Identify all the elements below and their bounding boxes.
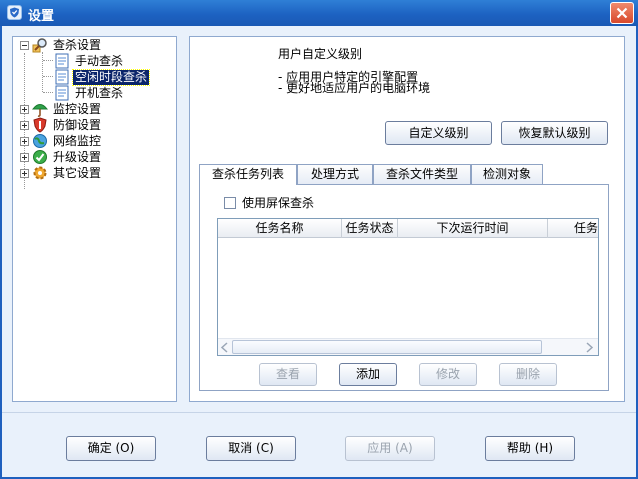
settings-content-panel: 用户自定义级别 - 应用用户特定的引擎配置 - 更好地适应用户的电脑环境 自定义… bbox=[189, 36, 625, 402]
tab-detection-targets[interactable]: 检测对象 bbox=[471, 164, 543, 184]
tree-item-idle-scan[interactable]: 空闲时段查杀 bbox=[54, 68, 151, 86]
tree-item-defense-settings[interactable]: 防御设置 bbox=[20, 117, 103, 133]
collapse-icon[interactable] bbox=[20, 40, 29, 50]
level-title: 用户自定义级别 bbox=[278, 47, 363, 61]
scrollbar-thumb[interactable] bbox=[232, 340, 542, 354]
app-shield-icon bbox=[7, 5, 22, 20]
column-header-next-run-time[interactable]: 下次运行时间 bbox=[398, 219, 548, 238]
settings-tree: 查杀设置 手动查杀 空闲时段查杀 开机查杀 监控设置 防御设置 网络监控 升级设… bbox=[12, 36, 177, 402]
apply-button[interactable]: 应用 (A) bbox=[345, 436, 435, 461]
expand-icon[interactable] bbox=[20, 120, 29, 130]
tab-pane-scan-task-list: 使用屏保查杀 任务名称 任务状态 下次运行时间 任务 查看 添加 修改 删除 bbox=[199, 184, 609, 391]
expand-icon[interactable] bbox=[20, 104, 29, 114]
tree-item-other-settings[interactable]: 其它设置 bbox=[20, 165, 103, 181]
tab-scan-task-list[interactable]: 查杀任务列表 bbox=[199, 164, 297, 185]
level-description-line: - 更好地适应用户的电脑环境 bbox=[278, 81, 431, 95]
column-header-task-status[interactable]: 任务状态 bbox=[342, 219, 398, 238]
tree-item-upgrade-settings[interactable]: 升级设置 bbox=[20, 149, 103, 165]
cancel-button[interactable]: 取消 (C) bbox=[206, 436, 296, 461]
magnifier-icon bbox=[32, 38, 47, 53]
tree-item-network-monitor[interactable]: 网络监控 bbox=[20, 133, 103, 149]
tree-item-manual-scan[interactable]: 手动查杀 bbox=[54, 53, 125, 69]
document-icon bbox=[55, 53, 69, 69]
use-screensaver-scan-checkbox[interactable] bbox=[224, 196, 236, 209]
expand-icon[interactable] bbox=[20, 168, 29, 178]
tree-item-monitor-settings[interactable]: 监控设置 bbox=[20, 101, 103, 117]
restore-default-level-button[interactable]: 恢复默认级别 bbox=[501, 121, 608, 145]
scroll-right-icon[interactable] bbox=[584, 342, 594, 353]
scroll-left-icon[interactable] bbox=[220, 342, 230, 353]
footer-divider bbox=[2, 412, 636, 413]
gear-icon bbox=[33, 166, 47, 180]
network-globe-icon bbox=[33, 134, 47, 148]
column-header-task[interactable]: 任务 bbox=[548, 219, 598, 238]
column-header-task-name[interactable]: 任务名称 bbox=[218, 219, 342, 238]
scan-task-list[interactable]: 任务名称 任务状态 下次运行时间 任务 bbox=[217, 218, 599, 356]
use-screensaver-scan-label: 使用屏保查杀 bbox=[242, 196, 315, 210]
window-title: 设置 bbox=[28, 9, 55, 24]
ok-button[interactable]: 确定 (O) bbox=[66, 436, 156, 461]
document-icon bbox=[55, 85, 69, 101]
view-button[interactable]: 查看 bbox=[259, 363, 317, 386]
help-button[interactable]: 帮助 (H) bbox=[485, 436, 575, 461]
horizontal-scrollbar[interactable] bbox=[218, 338, 598, 355]
expand-icon[interactable] bbox=[20, 152, 29, 162]
close-icon bbox=[616, 7, 628, 19]
umbrella-icon bbox=[32, 104, 48, 117]
modify-button[interactable]: 修改 bbox=[419, 363, 477, 386]
expand-icon[interactable] bbox=[20, 136, 29, 146]
use-screensaver-scan-checkbox-row[interactable]: 使用屏保查杀 bbox=[224, 194, 314, 211]
tree-item-scan-settings[interactable]: 查杀设置 bbox=[20, 37, 103, 53]
title-bar: 设置 bbox=[0, 0, 638, 26]
add-button[interactable]: 添加 bbox=[339, 363, 397, 386]
list-header: 任务名称 任务状态 下次运行时间 任务 bbox=[218, 219, 598, 238]
tree-item-boot-scan[interactable]: 开机查杀 bbox=[54, 85, 125, 101]
delete-button[interactable]: 删除 bbox=[499, 363, 557, 386]
close-button[interactable] bbox=[610, 2, 634, 24]
document-icon bbox=[55, 69, 69, 85]
upgrade-icon bbox=[33, 150, 47, 164]
tab-scan-file-types[interactable]: 查杀文件类型 bbox=[373, 164, 471, 184]
shield-icon bbox=[33, 117, 47, 133]
tab-handling-method[interactable]: 处理方式 bbox=[297, 164, 373, 184]
custom-level-button[interactable]: 自定义级别 bbox=[385, 121, 492, 145]
